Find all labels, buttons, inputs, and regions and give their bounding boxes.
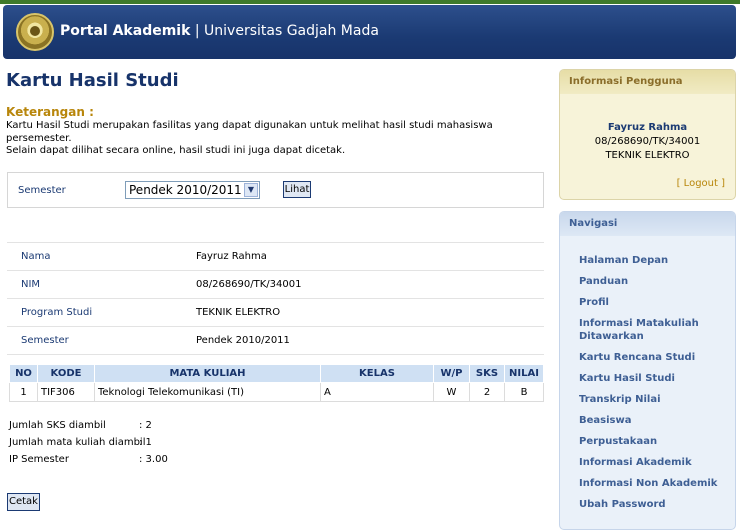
info-value: 08/268690/TK/34001: [182, 270, 544, 299]
logout-link[interactable]: [ Logout ]: [677, 178, 725, 189]
khs-header-row: NO KODE MATA KULIAH KELAS W/P SKS NILAI: [9, 364, 544, 383]
col-header-nilai: NILAI: [504, 364, 544, 383]
user-info-panel: Informasi Pengguna Fayruz Rahma 08/26869…: [559, 69, 736, 200]
nav-list: Halaman Depan Panduan Profil Informasi M…: [579, 254, 729, 519]
lihat-button[interactable]: Lihat: [283, 181, 311, 198]
nav-item-informasi-akademik[interactable]: Informasi Akademik: [579, 456, 729, 469]
info-key: Semester: [7, 326, 182, 355]
keterangan-text: Kartu Hasil Studi merupakan fasilitas ya…: [6, 120, 546, 158]
col-header-sks: SKS: [469, 364, 505, 383]
nav-item-informasi-matakuliah[interactable]: Informasi Matakuliah Ditawarkan: [579, 317, 729, 343]
header-brand: Portal Akademik: [60, 23, 191, 39]
chevron-down-icon[interactable]: ▼: [244, 183, 258, 197]
semester-filter: Semester Pendek 2010/2011 ▼ Lihat: [7, 172, 544, 208]
summary: Jumlah SKS diambil : 2 Jumlah mata kulia…: [9, 417, 269, 468]
info-key: Nama: [7, 242, 182, 271]
col-header-kode: KODE: [37, 364, 95, 383]
nav-item-profil[interactable]: Profil: [579, 296, 729, 309]
table-row: Program Studi TEKNIK ELEKTRO: [7, 298, 544, 327]
summary-row: Jumlah SKS diambil : 2: [9, 417, 269, 434]
summary-label: Jumlah SKS diambil: [9, 420, 106, 431]
nav-panel-title: Navigasi: [560, 212, 735, 236]
summary-label: Jumlah mata kuliah diambil: [9, 437, 146, 448]
top-strip: [0, 0, 740, 4]
info-key: NIM: [7, 270, 182, 299]
keterangan-line-1: Kartu Hasil Studi merupakan fasilitas ya…: [6, 120, 493, 144]
info-value: TEKNIK ELEKTRO: [182, 298, 544, 327]
nav-item-kartu-hasil-studi[interactable]: Kartu Hasil Studi: [579, 372, 729, 385]
user-nim: 08/268690/TK/34001: [594, 136, 701, 147]
page-title: Kartu Hasil Studi: [6, 70, 179, 91]
header-university: Universitas Gadjah Mada: [204, 23, 379, 39]
summary-value: : 1: [139, 437, 152, 448]
table-row: Semester Pendek 2010/2011: [7, 326, 544, 355]
keterangan-label: Keterangan :: [6, 105, 94, 119]
cetak-button[interactable]: Cetak: [7, 493, 40, 511]
col-header-mata-kuliah: MATA KULIAH: [94, 364, 321, 383]
header-title: Portal Akademik | Universitas Gadjah Mad…: [60, 23, 379, 39]
cell-no: 1: [9, 382, 38, 402]
semester-selected-value: Pendek 2010/2011: [129, 183, 242, 197]
nav-item-kartu-rencana-studi[interactable]: Kartu Rencana Studi: [579, 351, 729, 364]
summary-label: IP Semester: [9, 454, 69, 465]
table-row: NIM 08/268690/TK/34001: [7, 270, 544, 299]
nav-item-informasi-non-akademik[interactable]: Informasi Non Akademik: [579, 477, 729, 490]
info-value: Fayruz Rahma: [182, 242, 544, 271]
cell-mata-kuliah: Teknologi Telekomunikasi (TI): [94, 382, 321, 402]
semester-select[interactable]: Pendek 2010/2011 ▼: [125, 181, 260, 199]
student-info-table: Nama Fayruz Rahma NIM 08/268690/TK/34001…: [7, 242, 544, 355]
cell-wp: W: [433, 382, 470, 402]
summary-row: IP Semester : 3.00: [9, 451, 269, 468]
nav-item-beasiswa[interactable]: Beasiswa: [579, 414, 729, 427]
cell-kelas: A: [320, 382, 434, 402]
info-value: Pendek 2010/2011: [182, 326, 544, 355]
summary-value: : 2: [139, 420, 152, 431]
nav-item-perpustakaan[interactable]: Perpustakaan: [579, 435, 729, 448]
khs-table: NO KODE MATA KULIAH KELAS W/P SKS NILAI …: [9, 364, 544, 402]
col-header-kelas: KELAS: [320, 364, 434, 383]
nav-item-ubah-password[interactable]: Ubah Password: [579, 498, 729, 511]
cell-kode: TIF306: [37, 382, 95, 402]
cell-nilai: B: [504, 382, 544, 402]
table-row: 1 TIF306 Teknologi Telekomunikasi (TI) A…: [9, 382, 544, 402]
user-name: Fayruz Rahma: [607, 122, 688, 133]
site-header: Portal Akademik | Universitas Gadjah Mad…: [3, 5, 736, 59]
keterangan-line-2: Selain dapat dilihat secara online, hasi…: [6, 145, 346, 156]
table-row: Nama Fayruz Rahma: [7, 242, 544, 271]
info-key: Program Studi: [7, 298, 182, 327]
summary-value: : 3.00: [139, 454, 168, 465]
cell-sks: 2: [469, 382, 505, 402]
user-panel-title: Informasi Pengguna: [560, 70, 735, 94]
semester-label: Semester: [18, 185, 66, 196]
user-prodi: TEKNIK ELEKTRO: [605, 150, 690, 161]
col-header-no: NO: [9, 364, 38, 383]
summary-row: Jumlah mata kuliah diambil : 1: [9, 434, 269, 451]
nav-item-transkrip-nilai[interactable]: Transkrip Nilai: [579, 393, 729, 406]
nav-item-halaman-depan[interactable]: Halaman Depan: [579, 254, 729, 267]
header-separator: |: [190, 23, 205, 39]
nav-item-panduan[interactable]: Panduan: [579, 275, 729, 288]
university-logo-icon[interactable]: [16, 13, 54, 51]
navigation-panel: Navigasi Halaman Depan Panduan Profil In…: [559, 211, 736, 530]
col-header-wp: W/P: [433, 364, 470, 383]
